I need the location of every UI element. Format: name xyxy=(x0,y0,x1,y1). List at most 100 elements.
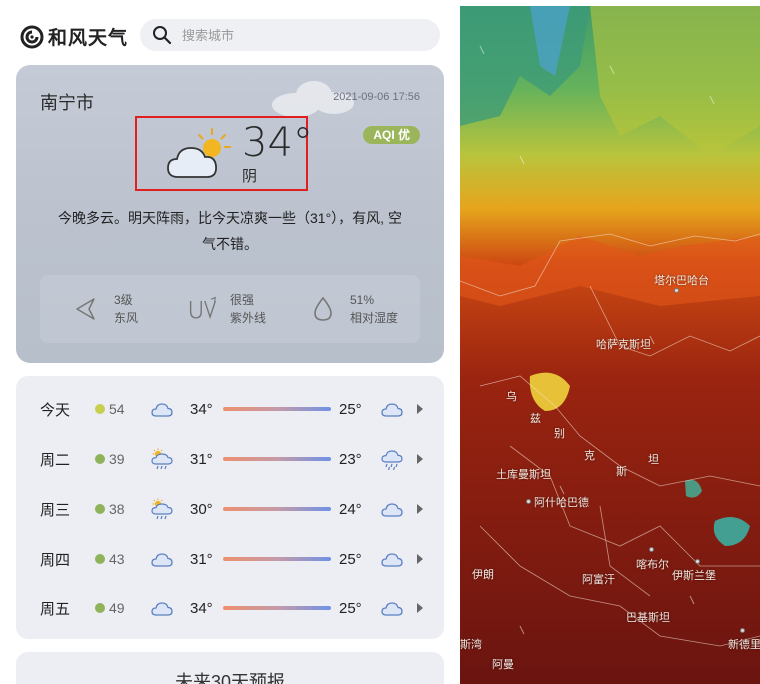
map-label-iran: 伊朗 xyxy=(472,569,494,581)
forecast-day: 周三 xyxy=(40,501,71,519)
map-label-new-delhi: 新德里 xyxy=(728,639,760,651)
map-label-ke: 克 xyxy=(584,450,595,462)
thirty-day-card[interactable]: 未来30天预报 xyxy=(16,652,444,684)
stat-wind-value: 3级 xyxy=(114,293,133,307)
map-label-tarbagatai: 塔尔巴哈台 xyxy=(654,275,709,287)
wind-direction-icon xyxy=(76,298,95,320)
map-label-ashgabat: 阿什哈巴德 xyxy=(534,497,589,509)
cloudy-icon xyxy=(380,498,404,520)
forecast-row[interactable]: 周三 38 30° 24° xyxy=(16,484,444,534)
aqi-dot xyxy=(95,554,105,564)
map-label-si: 斯 xyxy=(616,466,627,478)
update-time: 2021-09-06 17:56 xyxy=(333,91,420,103)
rain-icon xyxy=(380,448,404,471)
cloudy-icon xyxy=(380,398,404,420)
logo-text: 和风天气 xyxy=(48,28,129,49)
current-temperature: 34° xyxy=(242,120,313,166)
city-marker[interactable] xyxy=(649,547,654,552)
uv-icon xyxy=(189,296,217,320)
temperature-range-bar xyxy=(223,507,331,511)
forecast-aqi: 49 xyxy=(109,600,125,616)
chevron-right-icon[interactable] xyxy=(416,504,424,514)
chevron-right-icon[interactable] xyxy=(416,454,424,464)
aqi-dot xyxy=(95,603,105,613)
aqi-dot xyxy=(95,404,105,414)
daily-forecast-card: 今天 54 34° 25° 周二 39 31° 23° 周三 38 30° 24° 周四 43 31° 25°… xyxy=(16,376,444,639)
humidity-icon xyxy=(314,296,332,321)
aqi-dot xyxy=(95,454,105,464)
aqi-dot xyxy=(95,504,105,514)
forecast-day: 周五 xyxy=(40,600,71,618)
chevron-right-icon[interactable] xyxy=(416,404,424,414)
forecast-row[interactable]: 周四 43 31° 25° xyxy=(16,534,444,584)
forecast-day: 周二 xyxy=(40,451,71,469)
stat-uv-value: 很强 xyxy=(230,293,255,307)
weather-map[interactable]: 塔尔巴哈台 哈萨克斯坦 乌 兹 别 克 斯 坦 土库曼斯坦 阿什哈巴德 伊朗 阿… xyxy=(460,6,760,684)
stat-humidity: 51% 相对湿度 xyxy=(308,275,398,343)
forecast-high: 31° xyxy=(190,450,213,468)
forecast-low: 24° xyxy=(339,500,362,518)
city-marker[interactable] xyxy=(674,288,679,293)
cloudy-icon xyxy=(167,128,231,178)
forecast-day: 周四 xyxy=(40,551,71,569)
city-marker[interactable] xyxy=(526,499,531,504)
forecast-low: 25° xyxy=(339,550,362,568)
current-weather-card: 南宁市 2021-09-06 17:56 34° 阴 AQI 优 今晚多云。明天… xyxy=(16,65,444,363)
stat-humidity-value: 51% xyxy=(350,293,375,307)
header: 和风天气 xyxy=(0,6,460,64)
forecast-low: 23° xyxy=(339,450,362,468)
map-label-kabul: 喀布尔 xyxy=(636,559,669,571)
stat-wind: 3级 东风 xyxy=(72,275,138,343)
current-condition: 阴 xyxy=(242,168,258,185)
map-label-oman: 阿曼 xyxy=(492,659,514,671)
weather-stats: 3级 东风 很强 紫外线 51% 相对湿度 xyxy=(40,275,420,343)
temperature-range-bar xyxy=(223,407,331,411)
temperature-range-bar xyxy=(223,606,331,610)
chevron-right-icon[interactable] xyxy=(416,554,424,564)
cloudy-icon xyxy=(380,548,404,570)
forecast-high: 31° xyxy=(190,550,213,568)
forecast-row[interactable]: 周五 49 34° 25° xyxy=(16,583,444,633)
sun-rain-icon xyxy=(150,448,174,470)
logo[interactable]: 和风天气 xyxy=(20,23,128,50)
forecast-aqi: 39 xyxy=(109,451,125,467)
forecast-row[interactable]: 今天 54 34° 25° xyxy=(16,384,444,434)
forecast-high: 30° xyxy=(190,500,213,518)
logo-icon xyxy=(20,25,44,48)
forecast-high: 34° xyxy=(190,599,213,617)
cloudy-icon xyxy=(150,548,174,570)
chevron-right-icon[interactable] xyxy=(416,603,424,613)
forecast-high: 34° xyxy=(190,400,213,418)
map-label-zi: 兹 xyxy=(530,413,541,425)
map-label-pakistan: 巴基斯坦 xyxy=(626,612,670,624)
stat-wind-label: 东风 xyxy=(114,311,139,325)
map-label-u: 乌 xyxy=(506,391,517,403)
aqi-badge[interactable]: AQI 优 xyxy=(363,126,420,144)
map-label-bie: 别 xyxy=(554,428,565,440)
weather-panel: 和风天气 南宁市 2021-09-06 17:56 xyxy=(0,0,460,684)
map-label-gulf: 斯湾 xyxy=(460,639,482,651)
city-marker[interactable] xyxy=(740,628,745,633)
forecast-row[interactable]: 周二 39 31° 23° xyxy=(16,434,444,484)
search-input[interactable] xyxy=(182,27,422,43)
weather-summary: 今晚多云。明天阵雨，比今天凉爽一些（31°），有风, 空气不错。 xyxy=(58,210,402,252)
temperature-range-bar xyxy=(223,557,331,561)
map-label-afghanistan: 阿富汗 xyxy=(582,574,615,586)
sun-rain-icon xyxy=(150,498,174,520)
temperature-range-bar xyxy=(223,457,331,461)
map-label-kazakhstan: 哈萨克斯坦 xyxy=(596,339,651,351)
cloudy-icon xyxy=(150,398,174,420)
cloudy-icon xyxy=(380,597,404,619)
forecast-day: 今天 xyxy=(40,401,71,419)
stat-humidity-label: 相对湿度 xyxy=(350,311,399,325)
thirty-day-title: 未来30天预报 xyxy=(174,672,286,684)
forecast-aqi: 43 xyxy=(109,551,125,567)
search-box[interactable] xyxy=(140,19,440,51)
map-label-tan: 坦 xyxy=(648,454,659,466)
city-name[interactable]: 南宁市 xyxy=(40,89,94,115)
city-marker[interactable] xyxy=(695,559,700,564)
forecast-low: 25° xyxy=(339,400,362,418)
forecast-aqi: 38 xyxy=(109,501,125,517)
forecast-aqi: 54 xyxy=(109,401,125,417)
forecast-low: 25° xyxy=(339,599,362,617)
